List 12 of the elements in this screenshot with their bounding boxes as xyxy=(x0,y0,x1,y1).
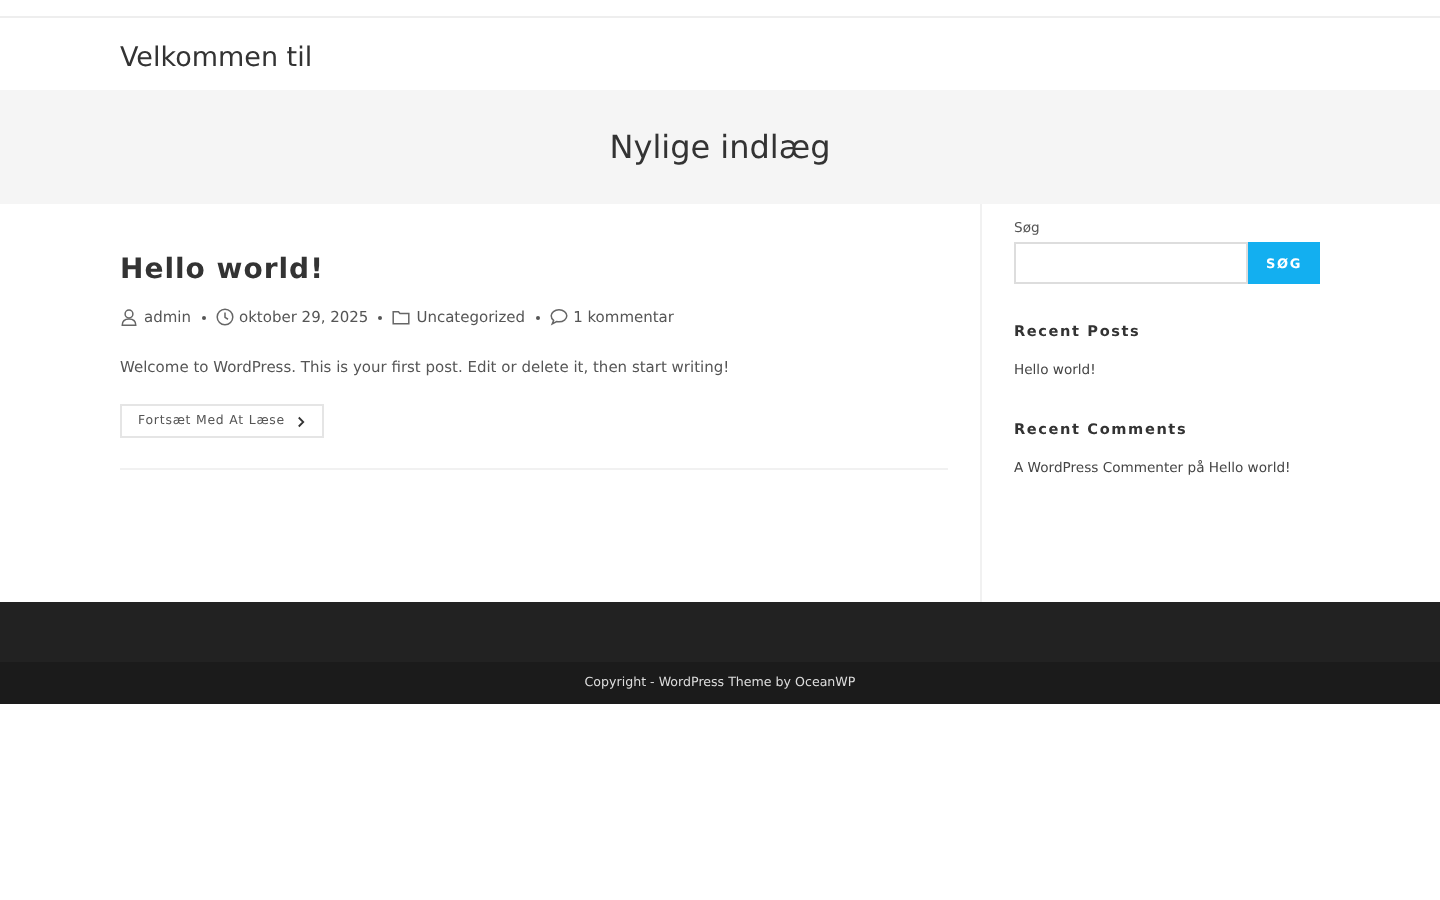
chevron-right-icon xyxy=(295,415,305,427)
speech-bubble-icon xyxy=(549,308,568,326)
folder-icon xyxy=(392,308,411,326)
separator-dot xyxy=(535,315,540,319)
separator-dot xyxy=(201,315,205,319)
clock-icon xyxy=(215,308,233,326)
post-title[interactable]: Hello world! xyxy=(120,254,948,286)
site-title[interactable]: Velkommen til xyxy=(120,41,313,73)
person-icon xyxy=(120,308,138,326)
search-field[interactable] xyxy=(1014,242,1248,284)
page-title: Nylige indlæg xyxy=(609,128,831,166)
separator-dot xyxy=(378,315,383,319)
